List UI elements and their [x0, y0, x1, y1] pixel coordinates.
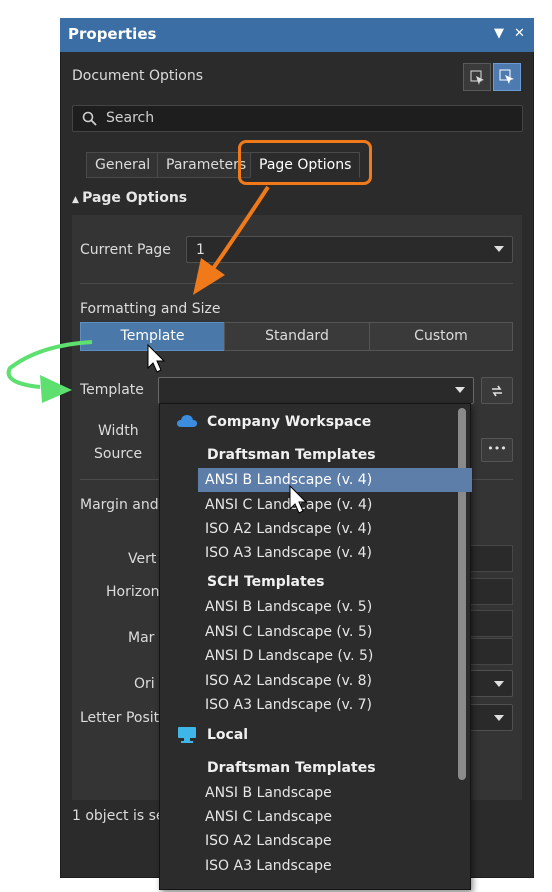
orange-arrow — [193, 185, 270, 295]
green-arrow — [6, 340, 93, 403]
mouse-cursor-icon — [147, 343, 166, 373]
mouse-cursor-icon — [289, 484, 308, 514]
annotation-overlay — [6, 185, 308, 514]
